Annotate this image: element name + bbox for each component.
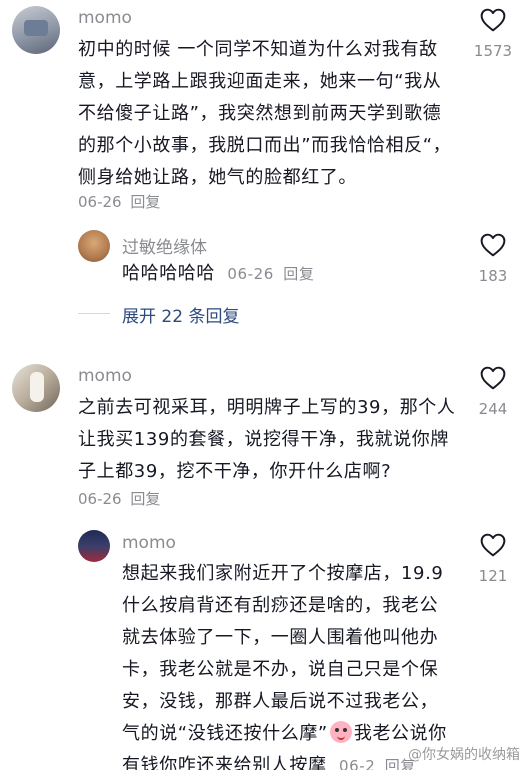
reply-like-button[interactable]: 183 <box>473 233 513 285</box>
like-button[interactable]: 244 <box>473 366 513 418</box>
reply-button[interactable]: 回复 <box>130 193 160 211</box>
reply-username[interactable]: momo <box>122 533 176 553</box>
reply-text-content: 想起来我们家附近开了个按摩店，19.9什么按肩背还有刮痧还是啥的，我老公就去体验… <box>122 563 444 744</box>
reply-meta: 06-26 回复 <box>227 265 314 283</box>
comment-date: 06-26 <box>78 490 122 508</box>
reply-date: 06-26 <box>227 265 274 283</box>
reply-text-content: 哈哈哈哈哈 <box>122 263 215 284</box>
avatar[interactable] <box>12 6 60 54</box>
expand-replies-button[interactable]: 展开 22 条回复 <box>122 302 239 327</box>
heart-outline-icon[interactable] <box>480 366 506 390</box>
reply-text: 哈哈哈哈哈 06-26 回复 <box>122 258 315 290</box>
comment-meta: 06-26 回复 <box>78 488 160 509</box>
reply-reply-button[interactable]: 回复 <box>283 265 314 283</box>
comment-text: 之前去可视采耳，明明牌子上写的39，那个人让我买139的套餐，说挖得干净，我就说… <box>78 397 456 482</box>
comment-username[interactable]: momo <box>78 8 132 28</box>
comment-username[interactable]: momo <box>78 366 132 386</box>
like-count: 1573 <box>473 42 513 60</box>
reply-button[interactable]: 回复 <box>130 490 160 508</box>
reply-avatar[interactable] <box>78 230 110 262</box>
like-button[interactable]: 1573 <box>473 8 513 60</box>
comment-date: 06-26 <box>78 193 122 211</box>
reply-text: 想起来我们家附近开了个按摩店，19.9什么按肩背还有刮痧还是啥的，我老公就去体验… <box>122 558 448 770</box>
reply-date: 06-2 <box>338 757 376 770</box>
comment-text: 初中的时候 一个同学不知道为什么对我有敌意，上学路上跟我迎面走来，她来一句“我从… <box>78 39 452 188</box>
reply-avatar[interactable] <box>78 530 110 562</box>
comment-meta: 06-26 回复 <box>78 191 160 212</box>
heart-outline-icon[interactable] <box>480 233 506 257</box>
reply-like-count: 183 <box>478 267 508 285</box>
reply-username[interactable]: 过敏绝缘体 <box>122 233 207 258</box>
expand-divider <box>78 313 110 314</box>
heart-outline-icon[interactable] <box>480 533 506 557</box>
watermark: @你女娲的收纳箱 <box>408 747 520 763</box>
like-count: 244 <box>478 400 508 418</box>
reply-meta: 06-2 回复 <box>339 757 416 770</box>
avatar[interactable] <box>12 364 60 412</box>
crying-laugh-emoji-icon <box>329 721 352 743</box>
reply-like-button[interactable]: 121 <box>473 533 513 585</box>
heart-outline-icon[interactable] <box>480 8 506 32</box>
reply-like-count: 121 <box>478 567 508 585</box>
